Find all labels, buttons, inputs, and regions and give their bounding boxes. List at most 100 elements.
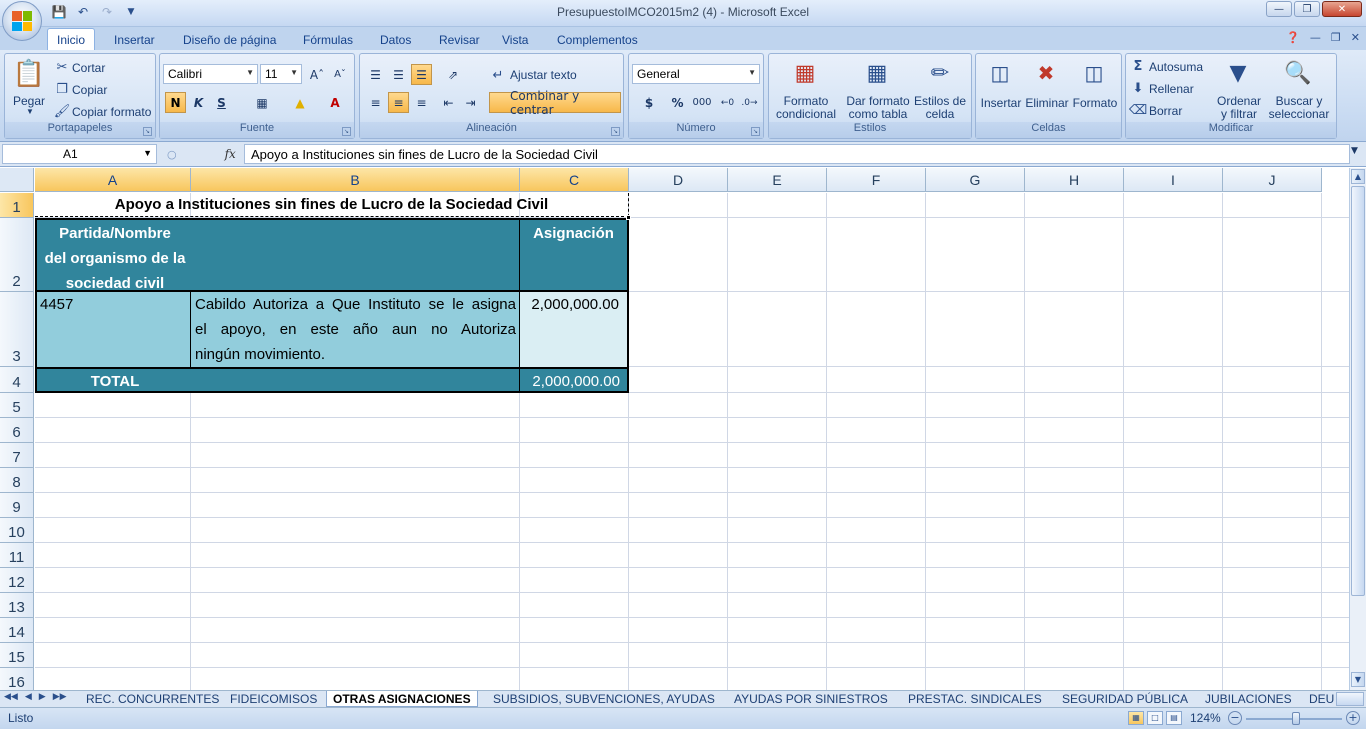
tab-insertar[interactable]: Insertar bbox=[106, 31, 163, 49]
align-right-icon[interactable]: ≡ bbox=[411, 92, 432, 113]
zoom-level[interactable]: 124% bbox=[1190, 711, 1221, 725]
close-button[interactable]: ✕ bbox=[1322, 1, 1362, 17]
row-header-13[interactable]: 13 bbox=[0, 593, 34, 618]
next-sheet-icon[interactable]: ▶ bbox=[39, 692, 46, 702]
row-header-2[interactable]: 2 bbox=[0, 218, 34, 292]
cell-header-asignacion[interactable]: Asignación bbox=[519, 218, 629, 292]
row-header-3[interactable]: 3 bbox=[0, 292, 34, 367]
expand-formula-bar-icon[interactable]: ▼ bbox=[1351, 146, 1363, 162]
fill-handle[interactable] bbox=[626, 215, 631, 220]
cell-styles-label-1[interactable]: Estilos de bbox=[909, 94, 971, 108]
number-launcher-icon[interactable]: ↘ bbox=[751, 127, 760, 136]
delete-cells-button[interactable]: Eliminar bbox=[1022, 96, 1072, 110]
column-header-a[interactable]: A bbox=[35, 168, 191, 192]
column-header-c[interactable]: C bbox=[520, 168, 629, 192]
column-header-h[interactable]: H bbox=[1025, 168, 1124, 192]
align-top-icon[interactable]: ☰ bbox=[365, 64, 386, 85]
row-header-6[interactable]: 6 bbox=[0, 418, 34, 443]
row-header-4[interactable]: 4 bbox=[0, 367, 34, 393]
decrease-decimal-icon[interactable]: .0→ bbox=[739, 92, 760, 113]
first-sheet-icon[interactable]: ◀◀ bbox=[4, 692, 18, 702]
sheet-tab-deu[interactable]: DEU bbox=[1309, 691, 1334, 707]
formula-bar-resize-icon[interactable]: ○ bbox=[167, 148, 177, 161]
increase-decimal-icon[interactable]: ←0 bbox=[717, 92, 738, 113]
tab-diseno-pagina[interactable]: Diseño de página bbox=[175, 31, 284, 49]
cell-total-monto[interactable]: 2,000,000.00 bbox=[519, 367, 629, 393]
clipboard-launcher-icon[interactable]: ↘ bbox=[143, 127, 152, 136]
format-as-table-label-2[interactable]: como tabla bbox=[843, 107, 913, 121]
sheet-tab-prestac-sindicales[interactable]: PRESTAC. SINDICALES bbox=[908, 691, 1042, 707]
prev-sheet-icon[interactable]: ◀ bbox=[25, 692, 32, 702]
row-header-9[interactable]: 9 bbox=[0, 493, 34, 518]
font-color-icon[interactable]: A bbox=[320, 92, 350, 113]
row-header-1[interactable]: 1 bbox=[0, 193, 34, 218]
format-cells-button[interactable]: Formato bbox=[1070, 96, 1120, 110]
sheet-tab-seguridad-publica[interactable]: SEGURIDAD PÚBLICA bbox=[1062, 691, 1188, 707]
autosum-button[interactable]: Autosuma bbox=[1149, 60, 1203, 74]
font-name-select[interactable]: Calibri ▼ bbox=[163, 64, 258, 84]
paste-dropdown-icon[interactable]: ▼ bbox=[26, 107, 34, 116]
orientation-icon[interactable]: ⇗ bbox=[438, 64, 468, 85]
sort-filter-label-1[interactable]: Ordenar bbox=[1210, 94, 1268, 108]
scroll-down-icon[interactable]: ▼ bbox=[1351, 672, 1365, 687]
borders-icon[interactable]: ▦ bbox=[247, 92, 277, 113]
sheet-tab-rec-concurrentes[interactable]: REC. CONCURRENTES bbox=[86, 691, 219, 707]
row-header-16[interactable]: 16 bbox=[0, 668, 34, 690]
format-as-table-label-1[interactable]: Dar formato bbox=[843, 94, 913, 108]
row-header-11[interactable]: 11 bbox=[0, 543, 34, 568]
normal-view-icon[interactable]: ▦ bbox=[1128, 711, 1144, 725]
paste-icon[interactable]: 📋 bbox=[9, 56, 49, 92]
cell-total-label[interactable]: TOTAL bbox=[35, 367, 520, 393]
find-select-label-2[interactable]: seleccionar bbox=[1266, 107, 1332, 121]
alignment-launcher-icon[interactable]: ↘ bbox=[611, 127, 620, 136]
underline-button[interactable]: S bbox=[211, 92, 232, 113]
tab-inicio[interactable]: Inicio bbox=[47, 28, 96, 52]
minimize-button[interactable]: — bbox=[1266, 1, 1292, 17]
ribbon-restore-icon[interactable]: ❐ bbox=[1331, 31, 1341, 44]
decrease-indent-icon[interactable]: ⇤ bbox=[438, 92, 459, 113]
cell-monto[interactable]: 2,000,000.00 bbox=[519, 292, 629, 367]
conditional-format-label-1[interactable]: Formato bbox=[771, 94, 841, 108]
grow-font-icon[interactable]: Aˆ bbox=[307, 64, 327, 85]
office-button[interactable] bbox=[2, 1, 42, 41]
align-center-icon[interactable]: ≡ bbox=[388, 92, 409, 113]
clear-button[interactable]: Borrar bbox=[1149, 104, 1182, 118]
column-header-g[interactable]: G bbox=[926, 168, 1025, 192]
wrap-text-button[interactable]: Ajustar texto bbox=[510, 68, 577, 82]
cell-title[interactable]: Apoyo a Instituciones sin fines de Lucro… bbox=[35, 193, 629, 217]
column-header-i[interactable]: I bbox=[1124, 168, 1223, 192]
paste-button[interactable]: Pegar bbox=[9, 94, 49, 108]
zoom-in-icon[interactable]: + bbox=[1346, 711, 1360, 725]
column-header-j[interactable]: J bbox=[1223, 168, 1322, 192]
row-header-10[interactable]: 10 bbox=[0, 518, 34, 543]
copy-button[interactable]: Copiar bbox=[72, 83, 107, 97]
tab-complementos[interactable]: Complementos bbox=[549, 31, 646, 49]
sheet-tab-jubilaciones[interactable]: JUBILACIONES bbox=[1205, 691, 1292, 707]
percent-button[interactable]: % bbox=[667, 92, 688, 113]
column-header-e[interactable]: E bbox=[728, 168, 827, 192]
sort-filter-label-2[interactable]: y filtrar bbox=[1210, 107, 1268, 121]
italic-button[interactable]: K bbox=[188, 92, 209, 113]
tab-datos[interactable]: Datos bbox=[372, 31, 419, 49]
increase-indent-icon[interactable]: ⇥ bbox=[460, 92, 481, 113]
row-header-14[interactable]: 14 bbox=[0, 618, 34, 643]
cell-partida[interactable]: 4457 bbox=[35, 292, 191, 367]
tab-vista[interactable]: Vista bbox=[494, 31, 536, 49]
cut-button[interactable]: Cortar bbox=[72, 61, 105, 75]
maximize-button[interactable]: ❐ bbox=[1294, 1, 1320, 17]
help-icon[interactable]: ❓ bbox=[1286, 31, 1300, 44]
name-box[interactable]: A1 ▼ bbox=[2, 144, 157, 164]
insert-cells-button[interactable]: Insertar bbox=[976, 96, 1026, 110]
cell-header-partida[interactable]: Partida/Nombre del organismo de la socie… bbox=[35, 218, 520, 292]
fill-color-icon[interactable]: ▲ bbox=[285, 92, 315, 113]
row-header-15[interactable]: 15 bbox=[0, 643, 34, 668]
shrink-font-icon[interactable]: Aˇ bbox=[330, 64, 350, 85]
page-break-view-icon[interactable]: ▤ bbox=[1166, 711, 1182, 725]
scroll-up-icon[interactable]: ▲ bbox=[1351, 169, 1365, 184]
merge-center-button[interactable]: Combinar y centrar bbox=[489, 89, 621, 117]
format-painter-button[interactable]: Copiar formato bbox=[72, 105, 151, 119]
number-format-select[interactable]: General ▼ bbox=[632, 64, 760, 84]
row-header-7[interactable]: 7 bbox=[0, 443, 34, 468]
cell-descripcion[interactable]: Cabildo Autoriza a Que Instituto se le a… bbox=[190, 292, 520, 367]
align-left-icon[interactable]: ≡ bbox=[365, 92, 386, 113]
